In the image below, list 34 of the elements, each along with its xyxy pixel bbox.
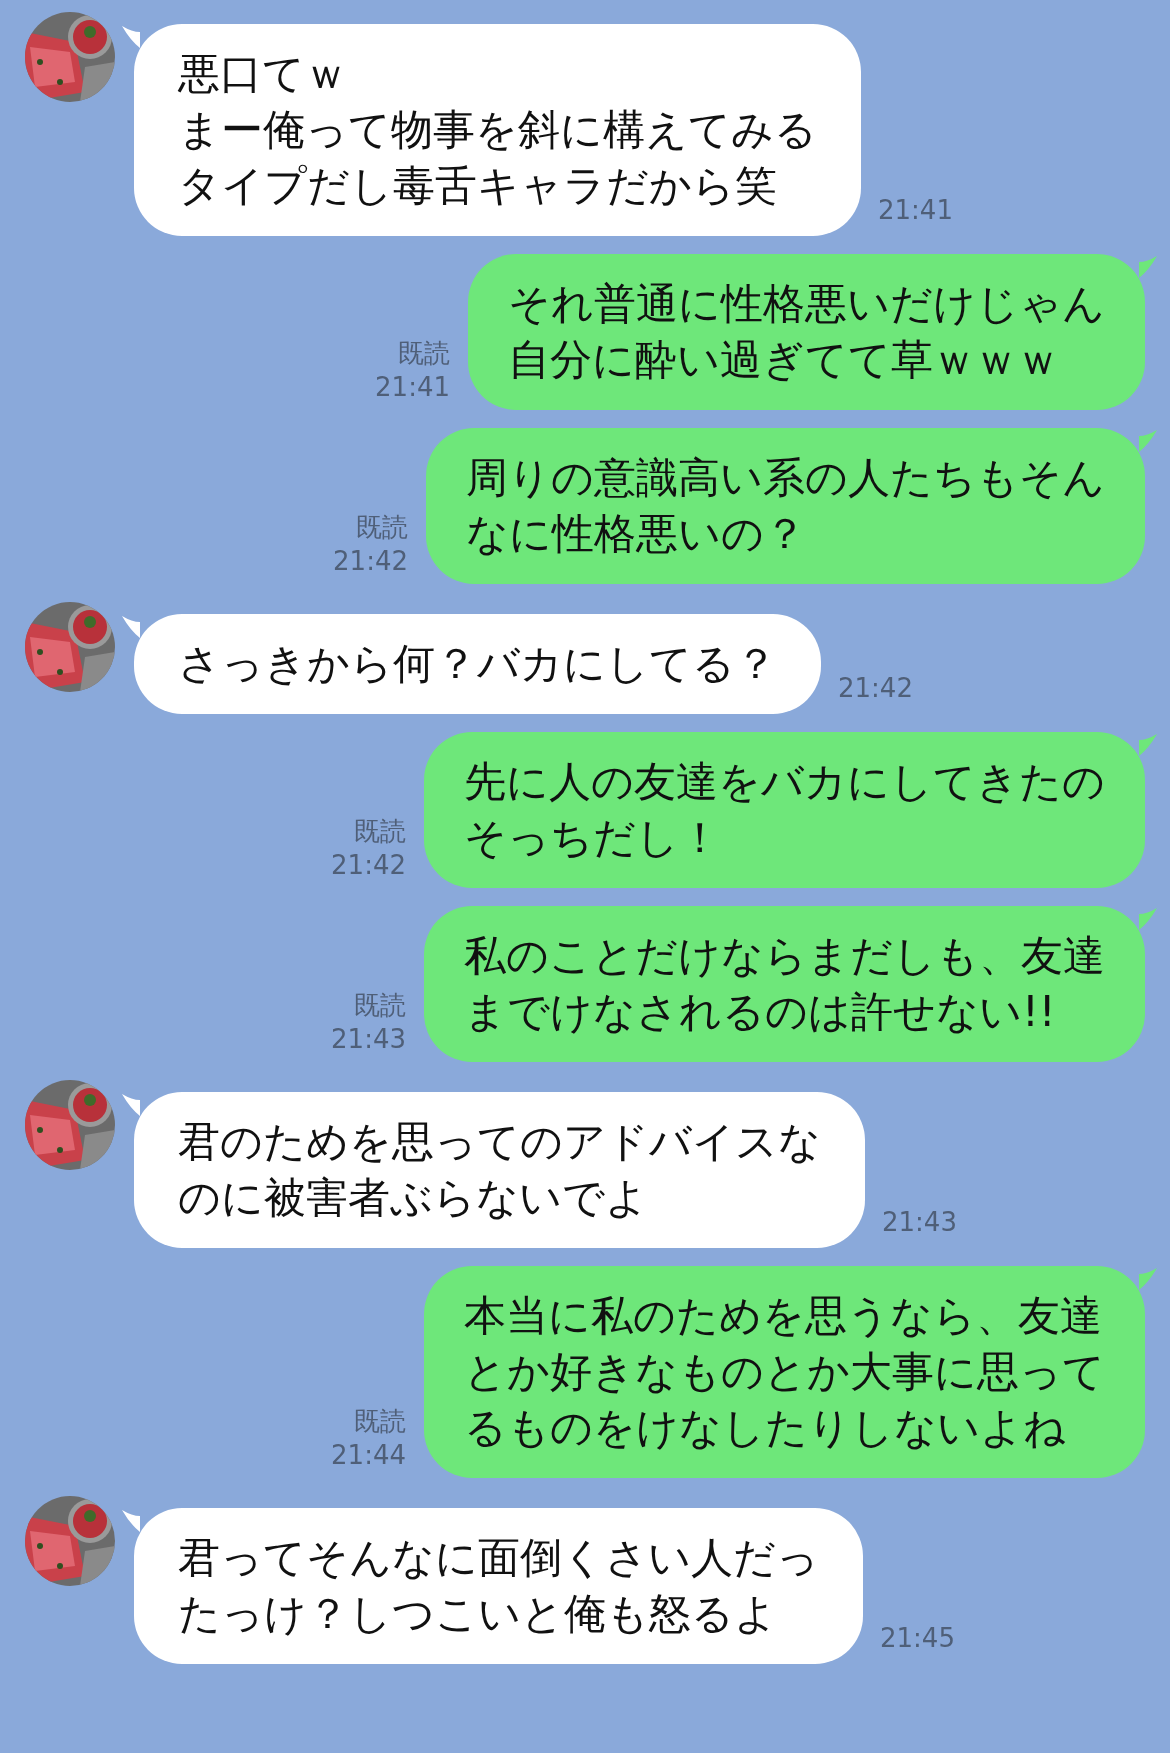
timestamp: 21:45 (880, 1622, 955, 1655)
message-line: 私のことだけならまだしも、友達 (464, 930, 1105, 982)
read-receipt: 既読 (398, 337, 450, 370)
message-line: まー俺って物事を斜に構えてみる (178, 104, 817, 156)
read-receipt: 既読 (354, 1405, 406, 1438)
message-line: るものをけなしたりしないよね (464, 1402, 1067, 1454)
timestamp: 21:44 (331, 1439, 406, 1472)
message-line: 自分に酔い過ぎてて草ｗｗｗ (508, 334, 1060, 386)
message-line: 周りの意識高い系の人たちもそん (466, 452, 1105, 504)
timestamp: 21:42 (331, 849, 406, 882)
message-line: さっきから何？バカにしてる？ (178, 638, 777, 690)
message-line: タイプだし毒舌キャラだから笑 (178, 160, 778, 212)
message-line: 君ってそんなに面倒くさい人だっ (178, 1532, 819, 1584)
message-line: 君のためを思ってのアドバイスな (178, 1116, 821, 1168)
timestamp: 21:41 (375, 371, 450, 404)
timestamp: 21:42 (333, 545, 408, 578)
read-receipt: 既読 (356, 511, 408, 544)
timestamp: 21:43 (882, 1206, 957, 1239)
message-line: なに性格悪いの？ (466, 508, 807, 560)
timestamp: 21:43 (331, 1023, 406, 1056)
read-receipt: 既読 (354, 815, 406, 848)
message-line: とか好きなものとか大事に思って (464, 1346, 1105, 1398)
message-line: そっちだし！ (464, 812, 722, 864)
read-receipt: 既読 (354, 989, 406, 1022)
message-line: 先に人の友達をバカにしてきたの (464, 756, 1105, 808)
message-line: たっけ？しつこいと俺も怒るよ (178, 1588, 778, 1640)
message-line: のに被害者ぶらないでよ (178, 1172, 649, 1224)
message-line: それ普通に性格悪いだけじゃん (508, 278, 1105, 330)
message-line: 本当に私のためを思うなら、友達 (464, 1290, 1103, 1342)
timestamp: 21:42 (838, 672, 913, 705)
message-line: までけなされるのは許せない!! (464, 986, 1057, 1038)
bubble-tail-icon (122, 1510, 140, 1532)
timestamp: 21:41 (878, 194, 953, 227)
message-line: 悪口てｗ (178, 48, 348, 100)
